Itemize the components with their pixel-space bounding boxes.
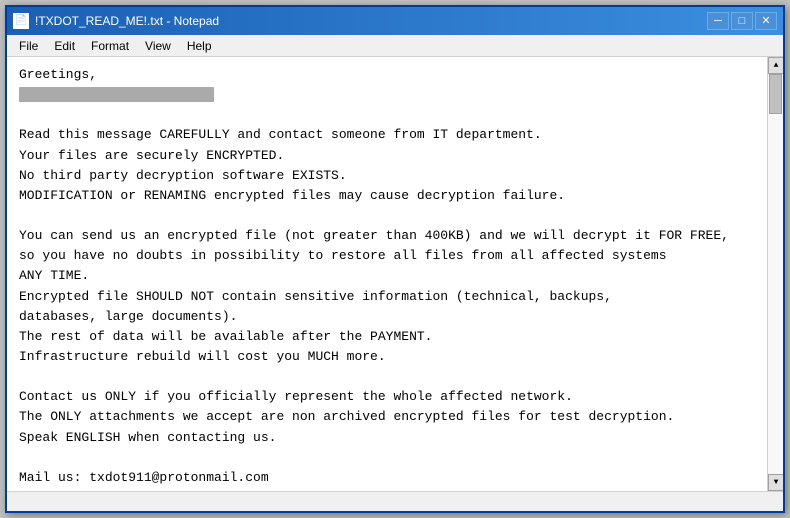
menu-help[interactable]: Help [179, 37, 220, 55]
app-icon: 📄 [13, 13, 29, 29]
menu-edit[interactable]: Edit [46, 37, 83, 55]
title-bar-left: 📄 !TXDOT_READ_ME!.txt - Notepad [13, 13, 219, 29]
menu-view[interactable]: View [137, 37, 179, 55]
notepad-window: 📄 !TXDOT_READ_ME!.txt - Notepad ─ □ ✕ Fi… [5, 5, 785, 513]
scroll-down-button[interactable]: ▼ [768, 474, 783, 491]
window-controls: ─ □ ✕ [707, 12, 777, 30]
redacted-text: ██████████ █ ████████████ [19, 87, 214, 102]
message-body: Read this message CAREFULLY and contact … [19, 127, 729, 491]
menu-file[interactable]: File [11, 37, 46, 55]
content-area: Greetings, ██████████ █ ████████████ Rea… [7, 57, 783, 491]
vertical-scrollbar[interactable]: ▲ ▼ [767, 57, 783, 491]
title-bar: 📄 !TXDOT_READ_ME!.txt - Notepad ─ □ ✕ [7, 7, 783, 35]
window-title: !TXDOT_READ_ME!.txt - Notepad [35, 14, 219, 28]
close-button[interactable]: ✕ [755, 12, 777, 30]
scroll-up-button[interactable]: ▲ [768, 57, 783, 74]
minimize-button[interactable]: ─ [707, 12, 729, 30]
greeting-line: Greetings, [19, 67, 97, 82]
status-bar [7, 491, 783, 511]
scrollbar-thumb[interactable] [769, 74, 782, 114]
menu-format[interactable]: Format [83, 37, 137, 55]
maximize-button[interactable]: □ [731, 12, 753, 30]
text-editor[interactable]: Greetings, ██████████ █ ████████████ Rea… [7, 57, 767, 491]
menu-bar: File Edit Format View Help [7, 35, 783, 57]
scrollbar-track[interactable] [768, 74, 783, 474]
